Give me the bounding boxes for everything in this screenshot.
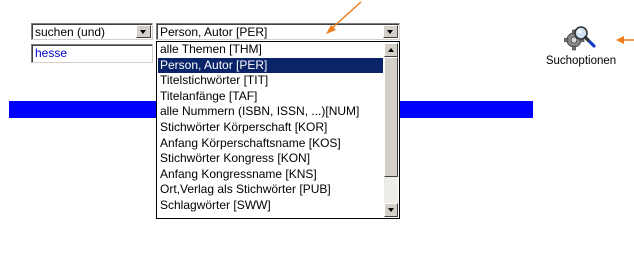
chevron-down-icon (140, 30, 146, 34)
dropdown-option[interactable]: Anfang Kongressname [KNS] (158, 167, 383, 183)
chevron-up-icon (388, 48, 394, 52)
chevron-down-icon (388, 208, 394, 212)
dropdown-option[interactable]: Titelstichwörter [TIT] (158, 73, 383, 89)
dropdown-option[interactable]: Stichwörter Körperschaft [KOR] (158, 120, 383, 136)
field-select-dropdown-list[interactable]: alle Themen [THM] Person, Autor [PER] Tite… (156, 41, 400, 219)
dropdown-options: alle Themen [THM] Person, Autor [PER] Tite… (158, 42, 383, 214)
search-input[interactable]: hesse (31, 44, 153, 63)
operator-select-value: suchen (und) (35, 25, 106, 39)
field-select-dropdown-button[interactable] (383, 25, 398, 38)
dropdown-option[interactable]: Titelanfänge [TAF] (158, 89, 383, 105)
dropdown-option[interactable]: Stichwörter Kongress [KON] (158, 151, 383, 167)
dropdown-option[interactable]: Schlagwörter [SWW] (158, 198, 383, 214)
scrollbar-thumb[interactable] (384, 57, 398, 177)
scroll-up-button[interactable] (384, 43, 398, 57)
dropdown-scrollbar[interactable] (384, 43, 398, 217)
dropdown-option[interactable]: Anfang Körperschaftsname [KOS] (158, 136, 383, 152)
operator-select-dropdown-button[interactable] (136, 25, 151, 38)
scroll-down-button[interactable] (384, 203, 398, 217)
chevron-down-icon (387, 30, 393, 34)
search-options-button[interactable]: Suchoptionen (540, 24, 622, 67)
dropdown-option[interactable]: alle Nummern (ISBN, ISSN, ...)[NUM] (158, 104, 383, 120)
magnifier-gear-icon (564, 26, 596, 51)
field-select-value: Person, Autor [PER] (160, 25, 268, 39)
dropdown-option[interactable]: Person, Autor [PER] (158, 57, 383, 74)
dropdown-option[interactable]: Ort,Verlag als Stichwörter [PUB] (158, 182, 383, 198)
search-options-label: Suchoptionen (545, 55, 617, 67)
field-select[interactable]: Person, Autor [PER] (156, 23, 400, 40)
dropdown-option[interactable]: alle Themen [THM] (158, 42, 383, 58)
operator-select[interactable]: suchen (und) (31, 23, 153, 40)
